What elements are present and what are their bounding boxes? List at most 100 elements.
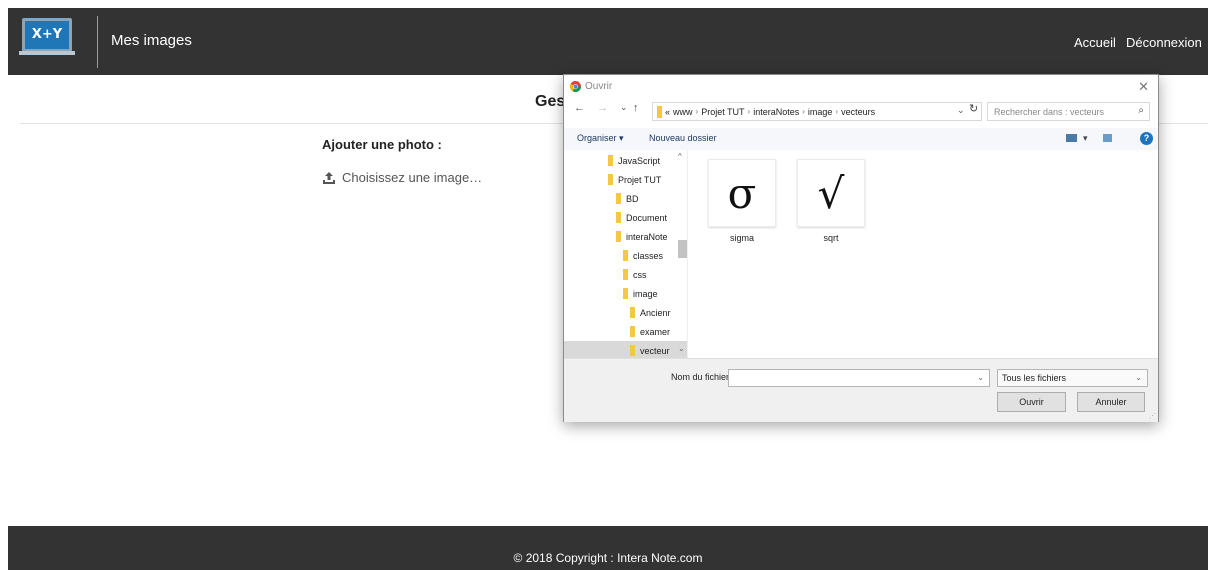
tree-item-label: vecteur: [640, 345, 670, 356]
file-list: σ sigma √ sqrt: [689, 150, 1159, 358]
search-input[interactable]: Rechercher dans : vecteurs ⌕: [987, 102, 1150, 121]
open-button[interactable]: Ouvrir: [997, 392, 1066, 412]
chevron-down-icon[interactable]: ⌄: [977, 373, 984, 382]
logo-board-icon: X+Y: [22, 18, 72, 52]
breadcrumb-item[interactable]: image: [808, 107, 833, 117]
scroll-down-icon[interactable]: ⌄: [678, 344, 685, 353]
filename-input[interactable]: ⌄: [728, 369, 990, 387]
sigma-thumbnail-icon: σ: [708, 159, 776, 227]
breadcrumb-separator: ›: [695, 107, 699, 116]
tree-item-examens[interactable]: examer: [564, 322, 687, 341]
folder-icon: [623, 250, 628, 261]
close-icon[interactable]: ✕: [1138, 79, 1149, 95]
dialog-titlebar[interactable]: Ouvrir ✕: [564, 75, 1158, 99]
footer-copyright: © 2018 Copyright : Intera Note.com: [513, 551, 703, 565]
breadcrumb-separator: ›: [802, 107, 805, 116]
folder-icon: [630, 307, 635, 318]
tree-item-label: BD: [626, 193, 639, 204]
breadcrumb-separator: ›: [835, 107, 839, 116]
back-arrow-icon[interactable]: ←: [574, 102, 585, 114]
tree-item-vecteurs[interactable]: vecteur: [564, 341, 687, 358]
search-icon[interactable]: ⌕: [1138, 105, 1144, 116]
tree-item-label: Ancienr: [640, 307, 671, 318]
address-bar[interactable]: « www › Projet TUT › interaNotes › image…: [652, 102, 982, 121]
choose-image-button[interactable]: Choisissez une image…: [322, 170, 482, 185]
tree-item-javascript[interactable]: JavaScript: [564, 151, 687, 170]
folder-icon: [608, 155, 613, 166]
choose-image-label: Choisissez une image…: [342, 170, 483, 185]
logo-base: [19, 51, 75, 55]
folder-icon: [608, 174, 613, 185]
breadcrumb-separator: ›: [747, 107, 751, 116]
dialog-toolbar: Organiser ▾ Nouveau dossier ▾ ?: [564, 128, 1158, 150]
site-logo[interactable]: X+Y: [19, 18, 75, 58]
tree-item-interanotes[interactable]: interaNote: [564, 227, 687, 246]
organize-menu[interactable]: Organiser ▾: [577, 133, 624, 144]
scroll-up-icon[interactable]: ^: [678, 152, 682, 161]
file-open-dialog: Ouvrir ✕ ← → ⌄ ↑ « www › Projet TUT › in…: [563, 74, 1159, 422]
tree-item-label: Projet TUT: [618, 174, 662, 185]
upload-icon: [323, 171, 335, 184]
forward-arrow-icon[interactable]: →: [597, 102, 608, 114]
folder-icon: [623, 269, 628, 280]
breadcrumb-item[interactable]: Projet TUT: [701, 107, 744, 117]
filename-label: Nom du fichier :: [671, 372, 735, 382]
file-name: sqrt: [823, 233, 839, 243]
scroll-thumb[interactable]: [678, 240, 687, 258]
address-dropdown-icon[interactable]: ⌄: [957, 105, 965, 116]
chrome-icon: [570, 81, 581, 92]
file-name: sigma: [729, 233, 754, 243]
recent-locations-icon[interactable]: ⌄: [620, 102, 628, 113]
search-placeholder: Rechercher dans : vecteurs: [994, 107, 1105, 117]
breadcrumb-item[interactable]: interaNotes: [753, 107, 799, 117]
tree-item-label: image: [633, 288, 658, 299]
footer: © 2018 Copyright : Intera Note.com: [8, 526, 1208, 570]
breadcrumb-item[interactable]: www: [673, 107, 693, 117]
breadcrumb-item[interactable]: vecteurs: [841, 107, 875, 117]
chevron-down-icon: ⌄: [1135, 373, 1142, 382]
folder-icon: [623, 288, 628, 299]
top-navbar: X+Y Mes images Accueil Déconnexion: [8, 8, 1208, 75]
view-icon[interactable]: [1066, 134, 1077, 142]
file-item-sqrt[interactable]: √ sqrt: [795, 159, 867, 243]
file-type-select[interactable]: Tous les fichiers ⌄: [997, 369, 1148, 387]
tree-item-label: examer: [640, 326, 671, 337]
folder-icon: [630, 345, 635, 356]
refresh-icon[interactable]: ↻: [969, 102, 978, 115]
view-dropdown-icon[interactable]: ▾: [1083, 133, 1088, 144]
folder-icon: [657, 105, 662, 118]
tree-item-label: interaNote: [626, 231, 668, 242]
file-item-sigma[interactable]: σ sigma: [706, 159, 778, 243]
preview-pane-icon[interactable]: [1103, 134, 1112, 142]
cancel-button[interactable]: Annuler: [1077, 392, 1145, 412]
tree-item-label: JavaScript: [618, 155, 661, 166]
tree-item-label: Document: [626, 212, 668, 223]
new-folder-button[interactable]: Nouveau dossier: [649, 133, 717, 143]
up-arrow-icon[interactable]: ↑: [633, 102, 639, 114]
dialog-nav-row: ← → ⌄ ↑ « www › Projet TUT › interaNotes…: [564, 99, 1158, 123]
tree-scrollbar[interactable]: ^ ⌄: [676, 150, 687, 358]
folder-tree: JavaScript Projet TUT BD Document intera…: [564, 150, 688, 358]
sqrt-thumbnail-icon: √: [797, 159, 865, 227]
folder-icon: [616, 231, 621, 242]
breadcrumb-overflow[interactable]: «: [665, 107, 670, 117]
tree-item-projet-tut[interactable]: Projet TUT: [564, 170, 687, 189]
page: X+Y Mes images Accueil Déconnexion Gest …: [0, 0, 1208, 570]
tree-item-css[interactable]: css: [564, 265, 687, 284]
nav-logout-link[interactable]: Déconnexion: [1126, 35, 1202, 50]
tree-item-label: css: [633, 269, 647, 280]
resize-grip-icon[interactable]: ⋰: [1149, 412, 1156, 420]
help-icon[interactable]: ?: [1140, 132, 1153, 145]
folder-icon: [616, 193, 621, 204]
tree-item-image[interactable]: image: [564, 284, 687, 303]
folder-icon: [616, 212, 621, 223]
tree-item-label: classes: [633, 250, 664, 261]
tree-item-anciennes[interactable]: Ancienr: [564, 303, 687, 322]
add-photo-label: Ajouter une photo :: [322, 137, 442, 152]
tree-item-document[interactable]: Document: [564, 208, 687, 227]
tree-item-classes[interactable]: classes: [564, 246, 687, 265]
header-title[interactable]: Mes images: [111, 32, 192, 49]
tree-item-bd[interactable]: BD: [564, 189, 687, 208]
nav-home-link[interactable]: Accueil: [1074, 35, 1116, 50]
folder-icon: [630, 326, 635, 337]
